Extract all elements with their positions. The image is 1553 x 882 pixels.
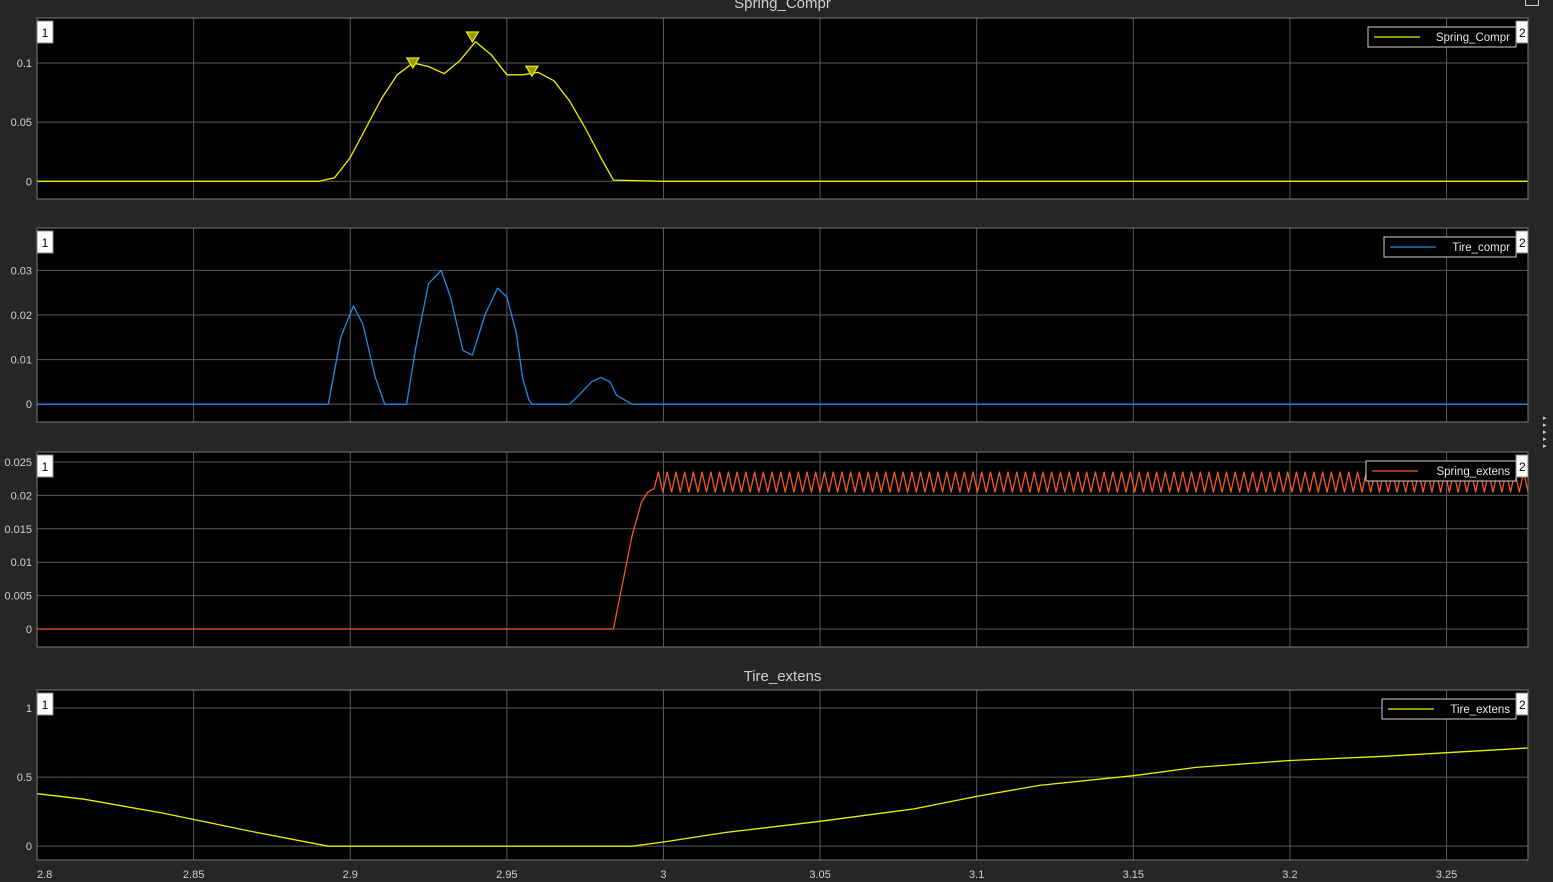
display-number-right: 2 [1515, 230, 1529, 254]
legend-label: Spring_Compr [1436, 32, 1510, 44]
display-number-right: 2 [1515, 454, 1529, 478]
y-tick-label: 0 [26, 176, 32, 188]
legend[interactable]: Spring_extens [1365, 460, 1517, 482]
display-number-right-text: 2 [1519, 236, 1526, 250]
legend[interactable]: Spring_Compr [1367, 26, 1517, 48]
display-number-left-text: 1 [42, 236, 49, 250]
legend[interactable]: Tire_extens [1381, 698, 1517, 720]
scope-axes-4: Tire_extens 0 0.5 1 2.8 2.85 2.9 2.95 3 3.05 3.1 3.… [17, 668, 1529, 881]
axes-background[interactable] [37, 228, 1528, 422]
y-tick-label: 0.05 [11, 117, 32, 129]
display-number-right-text: 2 [1519, 26, 1526, 40]
axes-background[interactable] [37, 18, 1528, 199]
y-tick-label: 0.015 [4, 524, 32, 536]
scope-axes-3: 0 0.005 0.01 0.015 0.02 0.025 1 Spring_extens 2 [4, 451, 1529, 648]
x-tick-label: 2.8 [37, 869, 52, 881]
display-number-right-text: 2 [1519, 460, 1526, 474]
y-tick-label: 0 [26, 624, 32, 636]
y-tick-label: 0.01 [11, 557, 32, 569]
display-number-left: 1 [36, 692, 54, 716]
legend-label: Tire_extens [1450, 704, 1510, 716]
y-tick-label: 0.025 [4, 457, 32, 469]
x-tick-label: 3.15 [1123, 869, 1144, 881]
y-tick-label: 0.01 [11, 355, 32, 367]
scope-axes-2: 0 0.01 0.02 0.03 1 Tire_compr 2 [11, 227, 1529, 423]
display-number-left-text: 1 [42, 460, 49, 474]
triangle-right-icon[interactable]: ▸ ▸ ▸ ▸ ▸ [1543, 415, 1553, 450]
display-number-left: 1 [36, 230, 54, 254]
y-tick-label: 0 [26, 399, 32, 411]
y-tick-label: 0.5 [17, 772, 32, 784]
y-tick-label: 0.1 [17, 58, 32, 70]
display-number-right-text: 2 [1519, 698, 1526, 712]
scope-axes-1: Spring_Compr 0 0.05 0.1 1 Spring_Compr 2 [11, 0, 1529, 200]
x-tick-label: 3.05 [809, 869, 830, 881]
x-tick-label: 3.25 [1436, 869, 1457, 881]
x-tick-label: 3 [660, 869, 666, 881]
x-tick-label: 2.9 [343, 869, 358, 881]
x-tick-label: 3.2 [1282, 869, 1297, 881]
axes-background[interactable] [37, 690, 1528, 860]
axes-title: Spring_Compr [734, 0, 831, 12]
legend-label: Tire_compr [1452, 242, 1510, 254]
y-tick-label: 0.005 [4, 591, 32, 603]
x-tick-label: 2.95 [496, 869, 517, 881]
y-tick-label: 0 [26, 841, 32, 853]
display-number-left-text: 1 [42, 26, 49, 40]
scope-figure: Spring_Compr00.050.11 Spring_Compr 200.010… [4, 0, 1529, 881]
y-tick-label: 1 [26, 703, 32, 715]
axes-title: Tire_extens [744, 668, 822, 685]
display-number-right: 2 [1515, 692, 1529, 716]
layout-icon[interactable] [1525, 0, 1539, 6]
display-number-left-text: 1 [42, 698, 49, 712]
display-number-left: 1 [36, 20, 54, 44]
legend[interactable]: Tire_compr [1383, 236, 1517, 258]
display-number-left: 1 [36, 454, 54, 478]
x-tick-label: 2.85 [183, 869, 204, 881]
y-tick-label: 0.02 [11, 490, 32, 502]
display-number-right: 2 [1515, 20, 1529, 44]
x-tick-label: 3.1 [969, 869, 984, 881]
y-tick-label: 0.02 [11, 310, 32, 322]
legend-label: Spring_extens [1436, 466, 1510, 478]
y-tick-label: 0.03 [11, 265, 32, 277]
